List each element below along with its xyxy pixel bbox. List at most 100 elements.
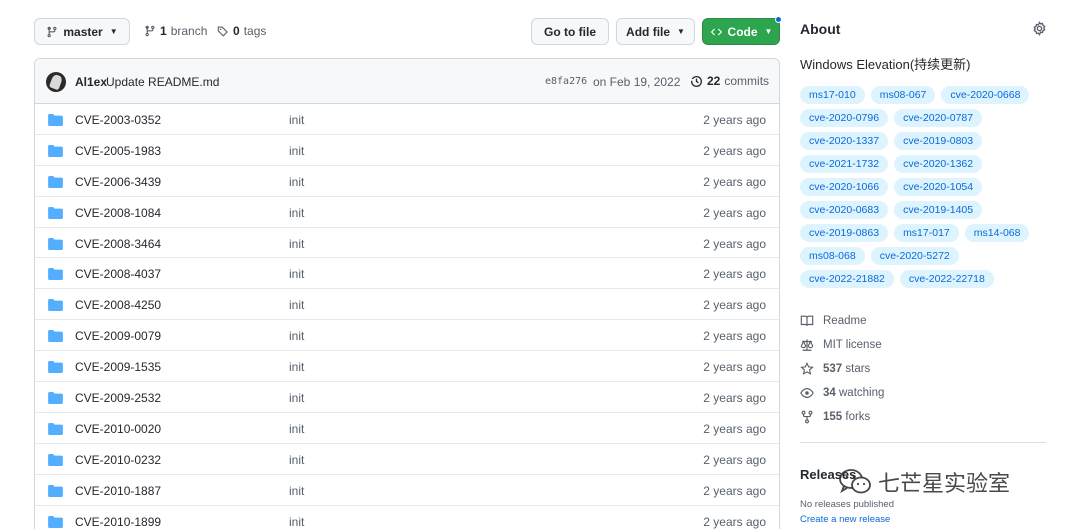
file-commit-message[interactable]: init [289,206,304,220]
file-name-link[interactable]: CVE-2010-0020 [75,422,161,436]
table-row[interactable]: CVE-2010-1887 init 2 years ago [35,475,779,506]
topic-tag[interactable]: cve-2020-1362 [894,155,983,173]
file-name-link[interactable]: CVE-2010-1899 [75,515,161,529]
commit-author[interactable]: Al1ex [75,75,107,89]
law-icon [800,339,814,351]
create-release-link[interactable]: Create a new release [800,514,890,525]
topic-tag[interactable]: ms17-017 [894,224,959,242]
readme-link[interactable]: Readme [800,309,884,333]
sidebar-divider [800,442,1046,443]
table-row[interactable]: CVE-2008-1084 init 2 years ago [35,197,779,228]
topic-tag[interactable]: cve-2022-21882 [800,270,894,288]
topic-tag[interactable]: cve-2020-0796 [800,109,889,127]
file-name-link[interactable]: CVE-2010-0232 [75,453,161,467]
code-button[interactable]: Code ▼ [702,16,782,45]
topic-tag[interactable]: cve-2019-0863 [800,224,889,242]
file-name-link[interactable]: CVE-2009-1535 [75,360,161,374]
table-row[interactable]: CVE-2003-0352 init 2 years ago [35,104,779,135]
tag-count-link[interactable]: 0 tags [217,24,266,38]
topic-tag[interactable]: cve-2019-0803 [894,132,983,150]
fork-icon [801,410,813,424]
topic-tag[interactable]: cve-2020-0683 [800,201,889,219]
file-commit-message[interactable]: init [289,298,304,312]
table-row[interactable]: CVE-2009-1535 init 2 years ago [35,351,779,383]
table-row[interactable]: CVE-2005-1983 init 2 years ago [35,135,779,166]
file-age: 2 years ago [703,298,766,313]
table-row[interactable]: CVE-2010-0020 init 2 years ago [35,413,779,444]
history-icon [690,75,703,87]
table-row[interactable]: CVE-2008-3464 init 2 years ago [35,228,779,259]
file-age: 2 years ago [703,236,766,251]
watching-link[interactable]: 34 watching [800,381,884,405]
file-commit-message[interactable]: init [289,484,304,498]
file-commit-message[interactable]: init [289,453,304,467]
stars-link[interactable]: 537 stars [800,357,884,381]
table-row[interactable]: CVE-2009-2532 init 2 years ago [35,382,779,413]
file-name-link[interactable]: CVE-2008-4250 [75,298,161,312]
folder-icon [48,515,63,528]
file-name-link[interactable]: CVE-2010-1887 [75,484,161,498]
add-file-button[interactable]: Add file ▼ [616,18,695,45]
topic-tag[interactable]: cve-2021-1732 [800,155,889,173]
branch-count-link[interactable]: 1 branch [144,24,207,38]
topic-tag[interactable]: cve-2020-1054 [894,178,983,196]
topic-tag[interactable]: ms17-010 [800,86,865,104]
file-name-link[interactable]: CVE-2009-2532 [75,391,161,405]
topic-tag[interactable]: cve-2020-5272 [870,247,959,265]
file-name-link[interactable]: CVE-2009-0079 [75,329,161,343]
file-name-link[interactable]: CVE-2003-0352 [75,113,161,127]
commit-hash[interactable]: e8fa276 [545,76,587,87]
commit-message[interactable]: Update README.md [106,75,219,89]
topic-tag[interactable]: ms08-068 [800,247,865,265]
folder-icon [48,114,63,126]
branch-select-button[interactable]: master ▼ [34,18,130,45]
table-row[interactable]: CVE-2008-4250 init 2 years ago [35,289,779,321]
topic-tag[interactable]: cve-2020-0668 [941,86,1030,104]
file-commit-message[interactable]: init [289,422,304,436]
file-name-link[interactable]: CVE-2005-1983 [75,144,161,158]
latest-commit-bar: Al1ex Update README.md e8fa276 on Feb 19… [35,59,779,104]
file-commit-message[interactable]: init [289,360,304,374]
file-age: 2 years ago [703,113,766,127]
topic-tag[interactable]: cve-2020-0787 [894,109,983,127]
folder-icon [48,422,63,435]
file-name-link[interactable]: CVE-2006-3439 [75,175,161,189]
file-commit-message[interactable]: init [289,329,304,343]
go-to-file-button[interactable]: Go to file [531,18,609,45]
folder-icon [48,392,63,405]
file-commit-message[interactable]: init [289,144,304,158]
table-row[interactable]: CVE-2010-1899 init 2 years ago [35,506,779,529]
topic-tag[interactable]: cve-2020-1066 [800,178,889,196]
file-age: 2 years ago [703,360,766,375]
file-name-link[interactable]: CVE-2008-4037 [75,267,161,281]
table-row[interactable]: CVE-2010-0232 init 2 years ago [35,444,779,475]
file-commit-message[interactable]: init [289,515,304,529]
avatar[interactable] [46,72,66,92]
forks-link[interactable]: 155 forks [800,405,884,429]
gear-icon[interactable] [1032,21,1047,36]
file-commit-message[interactable]: init [289,237,304,251]
readme-label: Readme [823,315,867,327]
topic-tag[interactable]: ms08-067 [870,86,936,104]
file-commit-message[interactable]: init [289,175,304,189]
file-commit-message[interactable]: init [289,391,304,405]
tag-count: 0 [233,24,240,38]
git-branch-icon [47,26,57,37]
commit-history-link[interactable]: 22 commits [690,74,769,88]
topic-tag[interactable]: cve-2019-1405 [894,201,983,219]
folder-icon [48,144,63,157]
file-age: 2 years ago [703,267,766,282]
table-row[interactable]: CVE-2006-3439 init 2 years ago [35,166,779,197]
file-commit-message[interactable]: init [289,113,304,127]
license-link[interactable]: MIT license [800,333,884,357]
file-commit-message[interactable]: init [289,267,304,281]
topic-tag[interactable]: cve-2020-1337 [800,132,889,150]
star-icon [800,362,814,375]
table-row[interactable]: CVE-2008-4037 init 2 years ago [35,258,779,290]
file-name-link[interactable]: CVE-2008-1084 [75,206,161,220]
topic-list: ms17-010 ms08-067 cve-2020-0668 cve-2020-07… [800,86,1050,288]
table-row[interactable]: CVE-2009-0079 init 2 years ago [35,320,779,352]
topic-tag[interactable]: cve-2022-22718 [899,270,994,288]
topic-tag[interactable]: ms14-068 [964,224,1030,242]
file-name-link[interactable]: CVE-2008-3464 [75,237,161,251]
